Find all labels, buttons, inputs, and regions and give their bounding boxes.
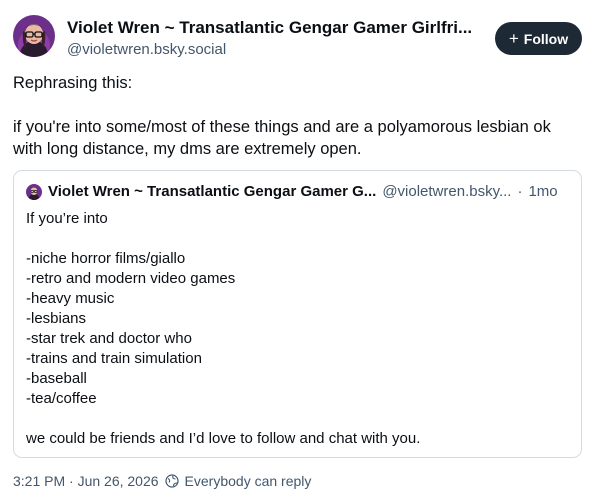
reply-setting: Everybody can reply bbox=[184, 473, 312, 489]
post-line: Rephrasing this: bbox=[13, 74, 133, 92]
author-display-name[interactable]: Violet Wren ~ Transatlantic Gengar Gamer… bbox=[67, 17, 482, 39]
post-line-blank bbox=[13, 94, 583, 116]
author-handle[interactable]: @violetwren.bsky.social bbox=[67, 40, 482, 60]
quote-line-blank bbox=[26, 229, 569, 249]
author-block[interactable]: Violet Wren ~ Transatlantic Gengar Gamer… bbox=[67, 17, 482, 60]
post-timestamp[interactable]: 3:21 PM · Jun 26, 2026 bbox=[13, 473, 159, 489]
post-line: if you're into some/most of these things… bbox=[13, 118, 551, 158]
quoted-post-header: Violet Wren ~ Transatlantic Gengar Gamer… bbox=[26, 183, 569, 201]
quote-line: -heavy music bbox=[26, 290, 115, 307]
avatar[interactable] bbox=[13, 15, 55, 57]
quote-line-blank bbox=[26, 409, 569, 429]
quoted-avatar bbox=[26, 184, 42, 200]
follow-button-label: Follow bbox=[523, 30, 569, 47]
globe-icon bbox=[164, 474, 179, 488]
quoted-post-text: If you’re into -niche horror films/giall… bbox=[26, 209, 569, 449]
quoted-post[interactable]: Violet Wren ~ Transatlantic Gengar Gamer… bbox=[13, 170, 582, 458]
post-text: Rephrasing this: if you're into some/mos… bbox=[13, 72, 583, 160]
quote-line: -trains and train simulation bbox=[26, 350, 202, 367]
quoted-display-name: Violet Wren ~ Transatlantic Gengar Gamer… bbox=[48, 183, 377, 200]
quote-line: -baseball bbox=[26, 370, 87, 387]
quote-line: we could be friends and I’d love to foll… bbox=[26, 430, 421, 447]
post-meta: 3:21 PM · Jun 26, 2026 Everybody can rep… bbox=[13, 473, 311, 489]
follow-button[interactable]: + Follow bbox=[495, 22, 582, 55]
quote-line: -lesbians bbox=[26, 310, 87, 327]
quoted-separator: · bbox=[517, 183, 523, 200]
quote-line: -tea/coffee bbox=[26, 390, 97, 407]
plus-icon: + bbox=[508, 29, 519, 48]
quote-line: If you’re into bbox=[26, 210, 108, 227]
quote-line: -niche horror films/giallo bbox=[26, 250, 186, 267]
quote-line: -star trek and doctor who bbox=[26, 330, 192, 347]
quoted-handle: @violetwren.bsky... bbox=[382, 183, 512, 200]
post: Violet Wren ~ Transatlantic Gengar Gamer… bbox=[0, 0, 594, 500]
quoted-time-ago: 1mo bbox=[528, 183, 558, 200]
quote-line: -retro and modern video games bbox=[26, 270, 236, 287]
